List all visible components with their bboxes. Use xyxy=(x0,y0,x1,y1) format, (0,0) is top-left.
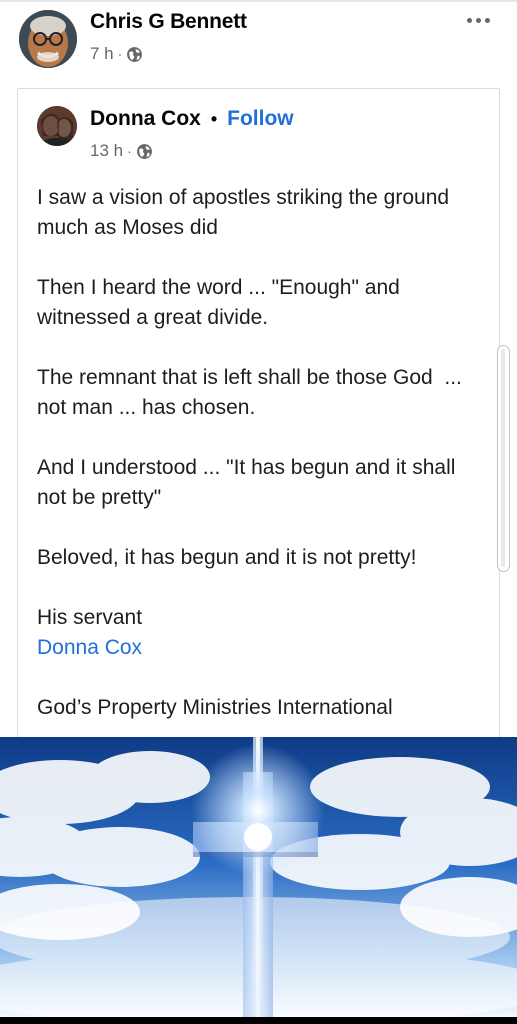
post-image-cross-sky[interactable] xyxy=(0,737,517,1017)
author-mention-link[interactable]: Donna Cox xyxy=(37,633,487,663)
shared-post-card[interactable]: Donna Cox • Follow 13 h · I saw a vision… xyxy=(17,88,500,748)
shared-author-row: Donna Cox • Follow xyxy=(90,107,294,131)
shared-post-time[interactable]: 13 h xyxy=(90,141,123,161)
post-header: Chris G Bennett 7 h · xyxy=(0,0,517,80)
post-paragraph: I saw a vision of apostles striking the … xyxy=(37,186,455,239)
author-name[interactable]: Chris G Bennett xyxy=(90,10,247,34)
follow-separator: • xyxy=(210,108,218,129)
post-paragraph: The remnant that is left shall be those … xyxy=(37,366,468,419)
globe-icon[interactable] xyxy=(126,46,143,63)
post-time[interactable]: 7 h xyxy=(90,44,114,64)
shared-author-avatar[interactable] xyxy=(37,106,77,146)
post-paragraph: Beloved, it has begun and it is not pret… xyxy=(37,546,417,569)
shared-post-meta: 13 h · xyxy=(90,141,153,161)
post-paragraph: Then I heard the word ... "Enough" and w… xyxy=(37,276,406,329)
signature-line: His servant xyxy=(37,606,143,629)
globe-icon[interactable] xyxy=(136,143,153,160)
scrollbar-thumb[interactable] xyxy=(501,349,505,567)
organization-line: God’s Property Ministries International xyxy=(37,696,393,719)
more-dot xyxy=(484,17,490,23)
author-avatar[interactable] xyxy=(19,10,77,68)
text-scrollbar[interactable] xyxy=(497,345,510,572)
bottom-bar xyxy=(0,1017,517,1024)
more-dot xyxy=(466,17,472,23)
meta-separator: · xyxy=(127,143,132,159)
post-meta: 7 h · xyxy=(90,44,143,64)
follow-button[interactable]: Follow xyxy=(227,107,294,131)
post-body: I saw a vision of apostles striking the … xyxy=(37,183,487,723)
meta-separator: · xyxy=(117,46,123,62)
post-paragraph: And I understood ... "It has begun and i… xyxy=(37,456,462,509)
shared-author-name[interactable]: Donna Cox xyxy=(90,107,201,131)
facebook-feed-page: Chris G Bennett 7 h · Donna Cox • Follow… xyxy=(0,0,517,1024)
more-dot xyxy=(475,17,481,23)
more-options-button[interactable] xyxy=(462,8,494,32)
